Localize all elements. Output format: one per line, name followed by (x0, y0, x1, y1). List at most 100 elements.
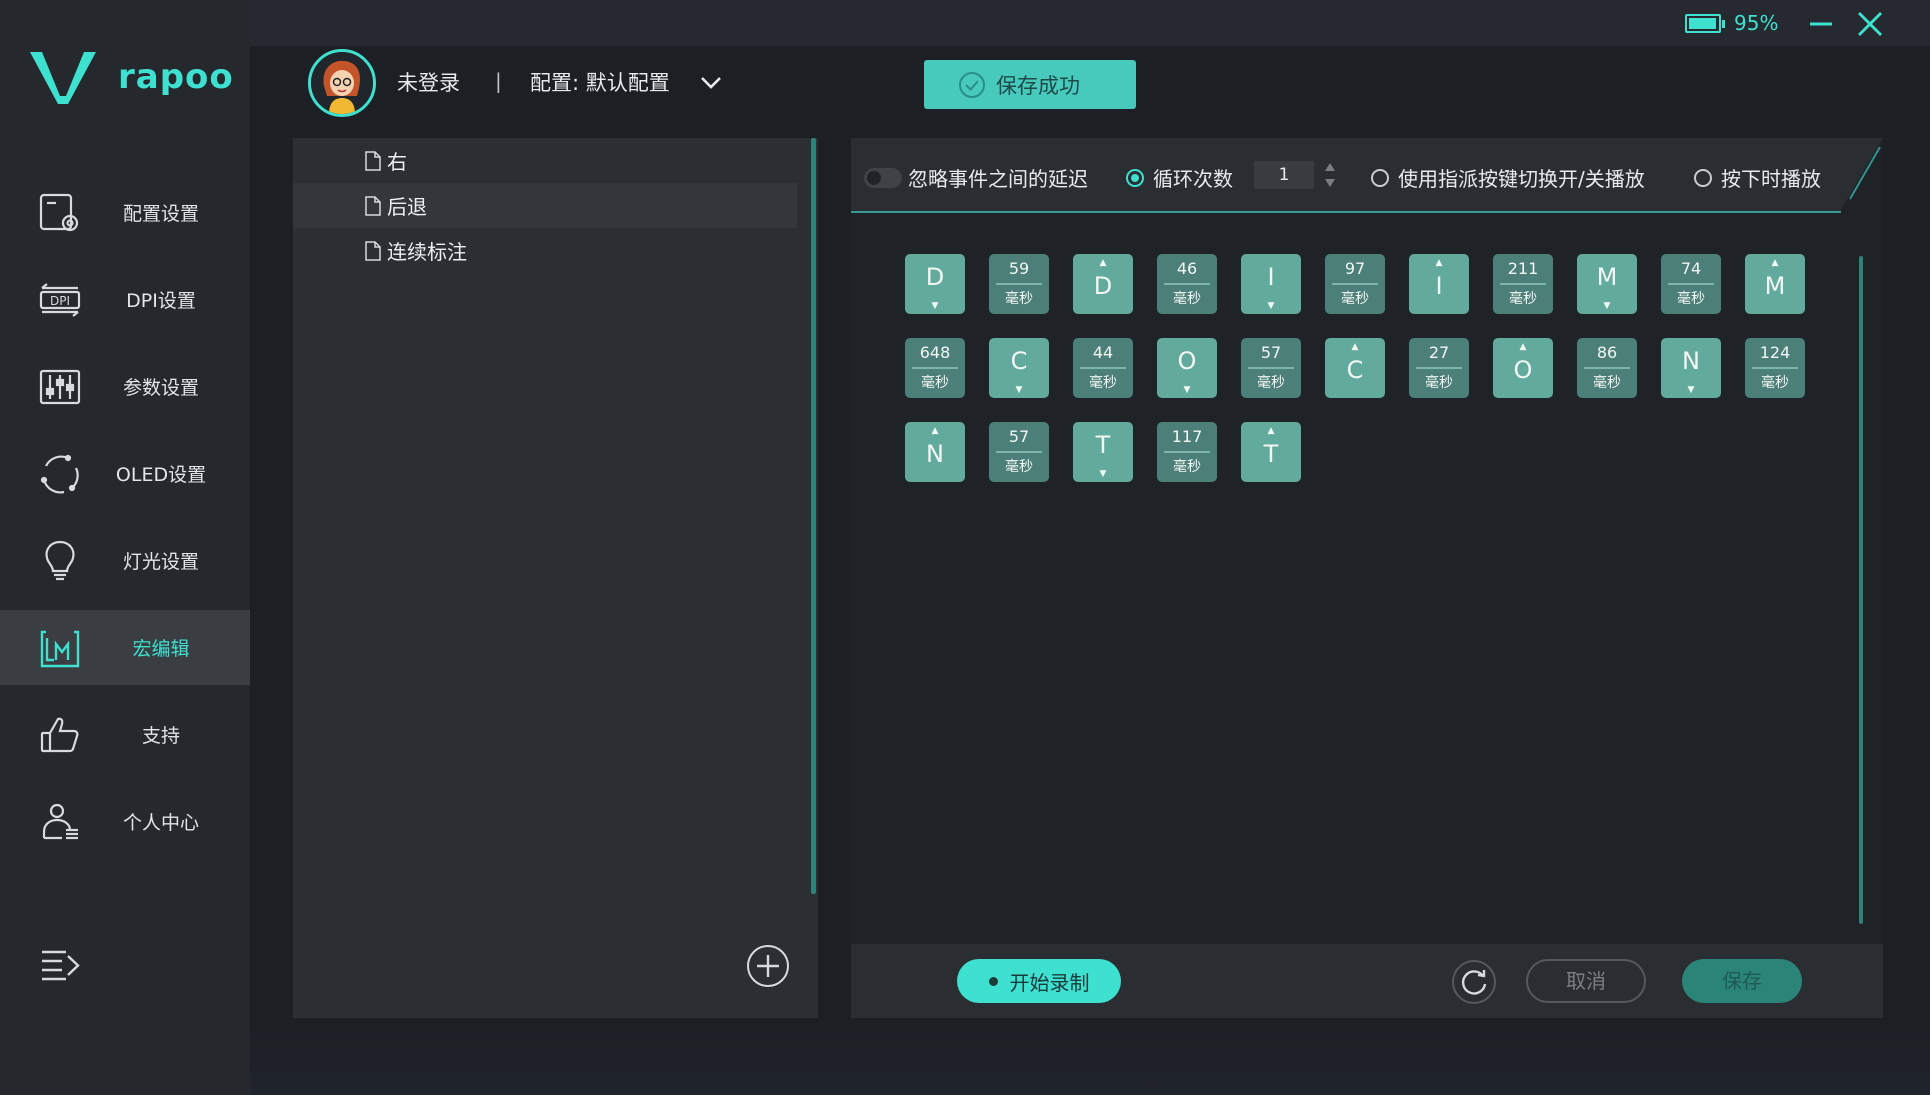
key-down-arrow-icon: ▼ (1183, 385, 1191, 395)
nav-profile-settings[interactable]: 配置设置 (0, 175, 250, 250)
delay-event[interactable]: 97 毫秒 (1325, 254, 1385, 314)
spinner-arrows-icon[interactable] (1322, 160, 1338, 190)
macro-item[interactable]: 右 (293, 138, 797, 183)
key-char: D (925, 263, 945, 291)
delay-event[interactable]: 59 毫秒 (989, 254, 1049, 314)
menu-collapse-icon[interactable] (40, 948, 80, 984)
start-record-button[interactable]: 开始录制 (957, 959, 1121, 1003)
ignore-delay-option[interactable]: 忽略事件之间的延迟 (864, 163, 1088, 192)
key-down-event[interactable]: O ▼ (1157, 338, 1217, 398)
brand-name: rapoo (118, 57, 234, 97)
delay-value: 648 (919, 343, 951, 362)
delay-event[interactable]: 27 毫秒 (1409, 338, 1469, 398)
delay-divider (1500, 283, 1546, 285)
loop-count-input[interactable]: 1 (1254, 161, 1314, 189)
press-play-option[interactable]: 按下时播放 (1694, 163, 1821, 192)
refresh-icon[interactable] (1451, 959, 1497, 1005)
delay-event[interactable]: 57 毫秒 (1241, 338, 1301, 398)
battery-fill (1689, 18, 1716, 29)
delay-unit: 毫秒 (1257, 375, 1285, 391)
svg-text:DPI: DPI (50, 294, 70, 308)
file-icon (365, 196, 381, 216)
close-icon[interactable] (1856, 10, 1884, 38)
delay-divider (1416, 367, 1462, 369)
delay-divider (1332, 283, 1378, 285)
key-down-event[interactable]: T ▼ (1073, 422, 1133, 482)
config-selector[interactable]: 配置: 默认配置 (530, 67, 670, 97)
sliders-icon (39, 369, 81, 404)
delay-divider (1668, 283, 1714, 285)
toggle-play-option[interactable]: 使用指派按键切换开/关播放 (1371, 163, 1645, 192)
key-up-event[interactable]: ▲ N (905, 422, 965, 482)
macro-item[interactable]: 后退 (293, 183, 797, 228)
delay-event[interactable]: 86 毫秒 (1577, 338, 1637, 398)
nav-macro-edit[interactable]: 宏编辑 (0, 610, 250, 685)
profile-settings-icon (39, 193, 79, 231)
delay-unit: 毫秒 (1761, 375, 1789, 391)
add-macro-icon[interactable] (746, 944, 790, 988)
delay-event[interactable]: 46 毫秒 (1157, 254, 1217, 314)
key-up-event[interactable]: ▲ T (1241, 422, 1301, 482)
key-char: T (1095, 431, 1111, 459)
options-underline (851, 211, 1841, 213)
nav-user-center[interactable]: 个人中心 (0, 784, 250, 859)
avatar[interactable] (308, 49, 376, 117)
delay-divider (996, 451, 1042, 453)
thumbs-up-icon (40, 717, 79, 752)
oled-icon (40, 454, 79, 493)
delay-divider (1752, 367, 1798, 369)
loop-count-radio[interactable] (1126, 168, 1144, 187)
editor-footer: 开始录制 取消 保存 (851, 944, 1883, 1018)
ignore-delay-toggle[interactable] (864, 167, 902, 188)
key-up-event[interactable]: ▲ I (1409, 254, 1469, 314)
key-down-event[interactable]: C ▼ (989, 338, 1049, 398)
macro-icon (40, 630, 80, 667)
nav-dpi-settings[interactable]: DPI DPI设置 (0, 262, 250, 337)
nav-oled-settings[interactable]: OLED设置 (0, 436, 250, 511)
delay-unit: 毫秒 (1341, 291, 1369, 307)
delay-value: 97 (1344, 259, 1366, 278)
event-grid-scrollbar[interactable] (1859, 256, 1863, 924)
key-up-arrow-icon: ▲ (1351, 342, 1359, 352)
key-down-arrow-icon: ▼ (1267, 301, 1275, 311)
key-down-event[interactable]: N ▼ (1661, 338, 1721, 398)
key-down-event[interactable]: I ▼ (1241, 254, 1301, 314)
toggle-play-radio[interactable] (1371, 168, 1389, 187)
file-icon (365, 151, 381, 171)
delay-event[interactable]: 74 毫秒 (1661, 254, 1721, 314)
minimize-icon[interactable] (1808, 10, 1834, 36)
delay-unit: 毫秒 (921, 375, 949, 391)
cancel-button[interactable]: 取消 (1526, 959, 1646, 1003)
press-play-radio[interactable] (1694, 168, 1712, 187)
chevron-down-icon[interactable] (698, 70, 724, 96)
login-status[interactable]: 未登录 (397, 67, 460, 97)
macro-list-scrollbar[interactable] (811, 138, 816, 894)
save-button[interactable]: 保存 (1682, 959, 1802, 1003)
key-up-event[interactable]: ▲ D (1073, 254, 1133, 314)
nav-light-settings[interactable]: 灯光设置 (0, 523, 250, 598)
delay-event[interactable]: 648 毫秒 (905, 338, 965, 398)
toast-text: 保存成功 (996, 73, 1080, 98)
key-down-event[interactable]: D ▼ (905, 254, 965, 314)
delay-event[interactable]: 117 毫秒 (1157, 422, 1217, 482)
loop-count-option[interactable]: 循环次数 (1126, 163, 1233, 192)
delay-unit: 毫秒 (1425, 375, 1453, 391)
delay-value: 46 (1176, 259, 1198, 278)
key-up-event[interactable]: ▲ O (1493, 338, 1553, 398)
delay-event[interactable]: 124 毫秒 (1745, 338, 1805, 398)
nav-support[interactable]: 支持 (0, 697, 250, 772)
delay-value: 27 (1428, 343, 1450, 362)
delay-value: 59 (1008, 259, 1030, 278)
key-up-event[interactable]: ▲ M (1745, 254, 1805, 314)
delay-event[interactable]: 44 毫秒 (1073, 338, 1133, 398)
nav-param-settings[interactable]: 参数设置 (0, 349, 250, 424)
key-up-event[interactable]: ▲ C (1325, 338, 1385, 398)
key-up-arrow-icon: ▲ (1435, 258, 1443, 268)
macro-item[interactable]: 连续标注 (293, 228, 797, 273)
key-down-event[interactable]: M ▼ (1577, 254, 1637, 314)
delay-event[interactable]: 57 毫秒 (989, 422, 1049, 482)
delay-event[interactable]: 211 毫秒 (1493, 254, 1553, 314)
delay-divider (1164, 283, 1210, 285)
battery-indicator (1685, 14, 1725, 33)
key-char: D (1093, 272, 1113, 300)
